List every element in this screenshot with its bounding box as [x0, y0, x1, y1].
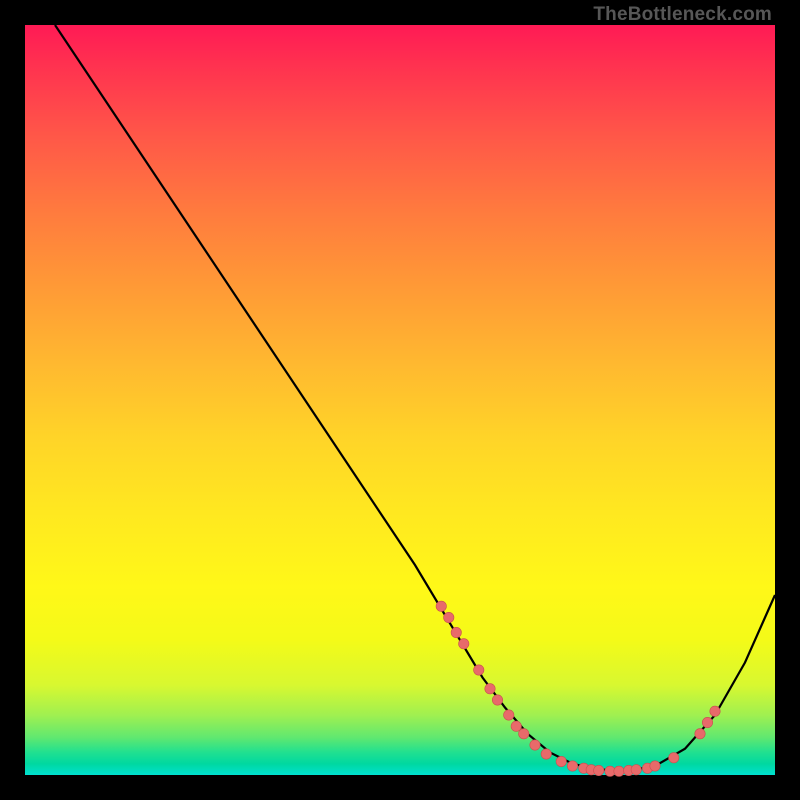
- data-point: [710, 706, 720, 716]
- data-point: [451, 627, 461, 637]
- data-point: [530, 740, 540, 750]
- data-point: [669, 753, 679, 763]
- data-point: [519, 729, 529, 739]
- data-point: [567, 761, 577, 771]
- data-point: [485, 684, 495, 694]
- curve-line: [55, 25, 775, 771]
- data-point: [631, 765, 641, 775]
- data-point: [695, 729, 705, 739]
- data-point: [594, 765, 604, 775]
- data-point: [541, 749, 551, 759]
- data-point: [614, 766, 624, 776]
- data-point: [556, 756, 566, 766]
- data-point: [474, 665, 484, 675]
- data-point: [492, 695, 502, 705]
- watermark-text: TheBottleneck.com: [593, 4, 772, 26]
- data-point: [504, 710, 514, 720]
- data-point: [650, 761, 660, 771]
- data-point: [459, 639, 469, 649]
- data-point: [702, 717, 712, 727]
- data-point: [436, 601, 446, 611]
- data-points: [436, 601, 720, 776]
- bottleneck-chart: [25, 25, 775, 775]
- data-point: [444, 612, 454, 622]
